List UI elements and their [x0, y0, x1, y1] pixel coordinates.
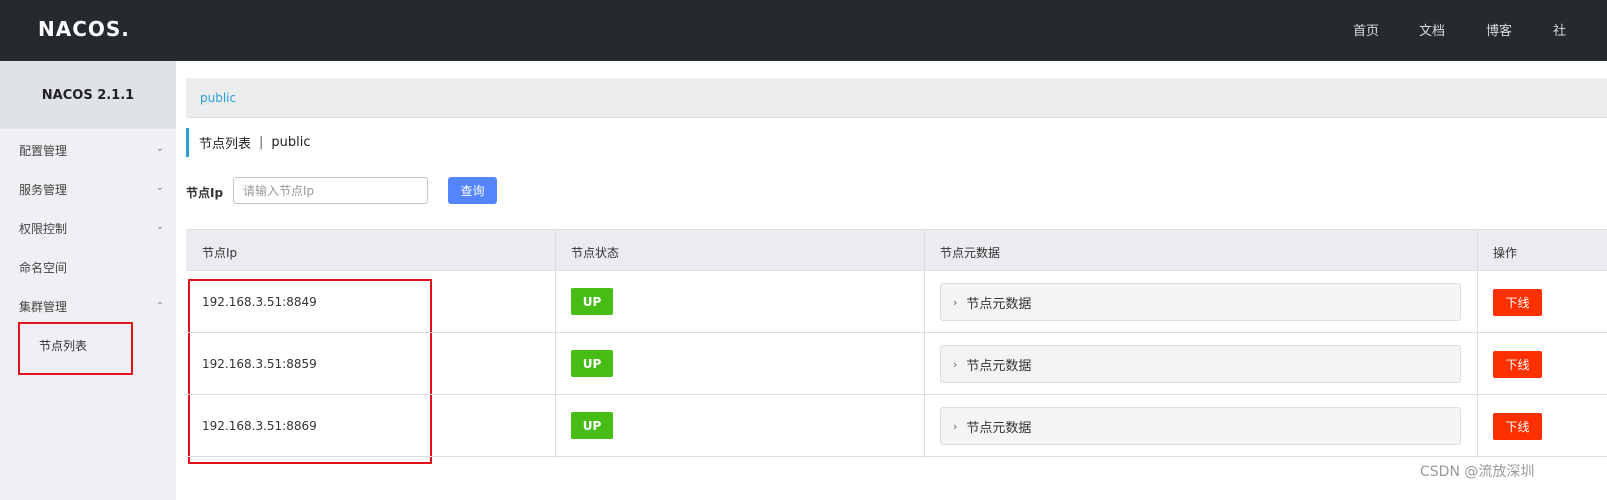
column-divider: [924, 229, 925, 458]
header-node-ip: 节点Ip: [202, 246, 238, 260]
table-row: 192.168.3.51:8869 UP › 节点元数据 下线: [186, 395, 1607, 457]
metadata-label: 节点元数据: [966, 358, 1032, 374]
node-ip-input[interactable]: [233, 177, 428, 204]
sidebar-subitem-node-list[interactable]: 节点列表: [0, 327, 176, 363]
table-header: 节点Ip 节点状态 节点元数据 操作: [186, 229, 1607, 271]
sidebar-item-label: 权限控制: [19, 222, 68, 236]
sidebar-item-label: 集群管理: [19, 300, 68, 314]
metadata-label: 节点元数据: [966, 420, 1032, 436]
chevron-right-icon: ›: [953, 357, 958, 371]
watermark: CSDN @流放深圳: [1420, 464, 1535, 480]
title-separator: |: [259, 135, 264, 150]
node-ip: 192.168.3.51:8859: [202, 357, 317, 371]
sidebar-item-service[interactable]: 服务管理 ⌄: [0, 170, 176, 209]
node-ip: 192.168.3.51:8849: [202, 295, 317, 309]
table-row: 192.168.3.51:8859 UP › 节点元数据 下线: [186, 333, 1607, 395]
page-title-namespace: public: [271, 135, 311, 150]
status-badge: UP: [571, 288, 613, 315]
nacos-logo[interactable]: NACOS.: [38, 17, 130, 41]
nav-home[interactable]: 首页: [1353, 20, 1379, 39]
header-node-status: 节点状态: [571, 246, 620, 260]
chevron-right-icon: ›: [953, 419, 958, 433]
nav-community[interactable]: 社: [1553, 20, 1566, 39]
sidebar-item-label: 命名空间: [19, 261, 68, 275]
sidebar-item-config[interactable]: 配置管理 ⌄: [0, 131, 176, 170]
metadata-collapse[interactable]: › 节点元数据: [940, 283, 1461, 321]
sidebar-item-auth[interactable]: 权限控制 ⌄: [0, 209, 176, 248]
table-row: 192.168.3.51:8849 UP › 节点元数据 下线: [186, 271, 1607, 333]
metadata-collapse[interactable]: › 节点元数据: [940, 345, 1461, 383]
namespace-bar: public: [186, 78, 1607, 118]
version-title: NACOS 2.1.1: [0, 61, 176, 129]
metadata-label: 节点元数据: [966, 296, 1032, 312]
page-title-text: 节点列表: [199, 137, 252, 152]
header-node-metadata: 节点元数据: [940, 246, 1001, 260]
chevron-down-icon: ⌄: [155, 221, 164, 232]
chevron-right-icon: ›: [953, 295, 958, 309]
sidebar: NACOS 2.1.1 配置管理 ⌄ 服务管理 ⌄ 权限控制 ⌄ 命名空间 集群…: [0, 61, 176, 500]
sidebar-item-cluster[interactable]: 集群管理 ⌃: [0, 287, 176, 326]
chevron-down-icon: ⌄: [155, 182, 164, 193]
nav-docs[interactable]: 文档: [1419, 20, 1445, 39]
top-navbar: NACOS. 首页 文档 博客 社: [0, 0, 1607, 61]
node-ip: 192.168.3.51:8869: [202, 419, 317, 433]
header-action: 操作: [1493, 246, 1518, 260]
chevron-up-icon: ⌃: [155, 301, 164, 312]
sidebar-item-namespace[interactable]: 命名空间: [0, 248, 176, 287]
status-badge: UP: [571, 412, 613, 439]
node-ip-label: 节点Ip: [186, 186, 224, 200]
page-title: 节点列表 | public: [186, 128, 311, 157]
offline-button[interactable]: 下线: [1493, 351, 1542, 378]
column-divider: [555, 229, 556, 458]
chevron-down-icon: ⌄: [155, 143, 164, 154]
namespace-link[interactable]: public: [200, 91, 236, 105]
sidebar-item-label: 配置管理: [19, 144, 68, 158]
query-button[interactable]: 查询: [448, 177, 497, 204]
column-divider: [1477, 229, 1478, 458]
nav-blog[interactable]: 博客: [1486, 20, 1512, 39]
offline-button[interactable]: 下线: [1493, 289, 1542, 316]
sidebar-item-label: 服务管理: [19, 183, 68, 197]
offline-button[interactable]: 下线: [1493, 413, 1542, 440]
metadata-collapse[interactable]: › 节点元数据: [940, 407, 1461, 445]
status-badge: UP: [571, 350, 613, 377]
